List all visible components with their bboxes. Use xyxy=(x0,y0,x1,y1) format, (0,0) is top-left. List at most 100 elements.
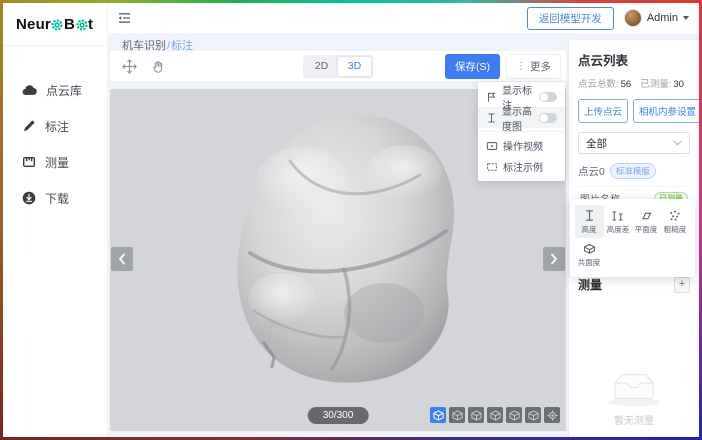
logo-text: t xyxy=(88,16,93,33)
sidebar-item-annotate[interactable]: 标注 xyxy=(3,108,107,144)
tool-label: 高度 xyxy=(582,224,597,234)
panel-buttons: 上传点云 相机内参设置 xyxy=(578,99,690,123)
menu-item-label: 标注示例 xyxy=(503,159,543,174)
chevron-down-icon xyxy=(673,140,682,146)
chevron-left-icon xyxy=(118,253,126,265)
sidebar-item-label: 测量 xyxy=(45,154,69,171)
tool-label: 共面度 xyxy=(578,257,601,267)
template-badge: 标准模版 xyxy=(610,163,656,179)
total-label: 点云总数: xyxy=(578,79,619,90)
logo-text: Neur xyxy=(16,16,51,33)
flag-icon xyxy=(486,91,497,103)
toolbar-left xyxy=(110,58,166,75)
header-right: 返回模型开发 Admin xyxy=(527,7,699,30)
view-cube-iso-button[interactable] xyxy=(430,407,446,423)
flatness-icon xyxy=(640,209,653,222)
mode-3d-button[interactable]: 3D xyxy=(338,57,371,76)
chevron-right-icon xyxy=(550,253,558,265)
measured-value: 30 xyxy=(673,79,684,90)
measure-icon xyxy=(22,155,36,169)
menu-item-label: 操作视频 xyxy=(503,138,543,153)
more-label: 更多 xyxy=(530,59,551,74)
gear-icon xyxy=(76,19,88,31)
view-cube-top-button[interactable] xyxy=(525,407,541,423)
menu-item-tutorial-video[interactable]: 操作视频 xyxy=(478,135,565,156)
crosshair-icon xyxy=(547,410,558,421)
tool-roughness[interactable]: 粗糙度 xyxy=(661,205,690,238)
template-pointcloud-row[interactable]: 点云0 标准模版 xyxy=(578,163,690,187)
height-difference-icon xyxy=(611,209,624,222)
frame-counter: 30/300 xyxy=(308,407,369,424)
user-menu[interactable]: Admin xyxy=(624,9,689,27)
empty-box-icon xyxy=(603,366,665,408)
avatar xyxy=(624,9,642,27)
measure-tools-popover: 高度 高度差 平面度 粗糙度 共面度 xyxy=(570,199,695,277)
coplanarity-icon xyxy=(583,242,596,255)
gear-icon xyxy=(51,19,63,31)
view-cube-right-button[interactable] xyxy=(506,407,522,423)
frame-icon xyxy=(486,161,498,173)
back-to-model-dev-button[interactable]: 返回模型开发 xyxy=(527,7,614,30)
measure-section-header: 测量 + xyxy=(578,276,690,293)
menu-item-annotation-example[interactable]: 标注示例 xyxy=(478,156,565,177)
tools-grid: 高度 高度差 平面度 粗糙度 共面度 xyxy=(575,205,690,271)
pointcloud-stats: 点云总数:56 已测量:30 xyxy=(578,76,690,90)
more-button[interactable]: ⋮ 更多 xyxy=(506,54,561,79)
logo-text: B xyxy=(64,16,75,33)
more-dropdown-menu: 显示标注 显示高度图 操作视频 标注示例 xyxy=(478,82,565,181)
camera-intrinsics-button[interactable]: 相机内参设置 xyxy=(633,99,702,123)
prev-image-button[interactable] xyxy=(111,247,133,271)
view-mode-segmented: 2D 3D xyxy=(303,55,373,78)
measure-title: 测量 xyxy=(578,276,602,293)
pan-move-icon[interactable] xyxy=(121,58,138,75)
measured-label: 已测量: xyxy=(640,79,671,90)
user-name: Admin xyxy=(647,12,678,24)
tool-label: 高度差 xyxy=(606,224,629,234)
height-ibeam-icon xyxy=(486,112,497,124)
app-window: Neur B t 点云库 标注 测量 下载 xyxy=(0,0,702,440)
tool-height[interactable]: 高度 xyxy=(575,205,604,238)
upload-pointcloud-button[interactable]: 上传点云 xyxy=(578,99,628,123)
next-image-button[interactable] xyxy=(543,247,565,271)
toolbar-right: 保存(S) ⋮ 更多 xyxy=(445,54,566,79)
empty-text: 暂无测量 xyxy=(614,412,654,427)
height-icon xyxy=(583,209,596,222)
view-preset-toolbar xyxy=(430,407,560,423)
sidebar-item-label: 下载 xyxy=(45,190,69,207)
panel-title: 点云列表 xyxy=(578,50,690,69)
hand-drag-icon[interactable] xyxy=(151,59,166,74)
pointcloud-name: 点云0 xyxy=(578,164,605,179)
pen-icon xyxy=(22,119,36,133)
video-icon xyxy=(486,140,498,152)
filter-select[interactable]: 全部 xyxy=(578,132,690,154)
menu-item-show-heightmap[interactable]: 显示高度图 xyxy=(478,107,565,128)
cloud-icon xyxy=(22,84,37,96)
save-button[interactable]: 保存(S) xyxy=(445,54,500,79)
download-icon xyxy=(22,191,36,205)
sidebar-item-pointcloud-library[interactable]: 点云库 xyxy=(3,72,107,108)
chevron-down-icon xyxy=(683,16,689,20)
sidebar-item-download[interactable]: 下载 xyxy=(3,180,107,216)
add-measure-button[interactable]: + xyxy=(674,277,690,293)
empty-state: 暂无测量 xyxy=(569,366,699,427)
tool-label: 平面度 xyxy=(635,224,658,234)
collapse-sidebar-icon[interactable] xyxy=(117,12,132,24)
sidebar-item-label: 点云库 xyxy=(46,82,82,99)
filter-value: 全部 xyxy=(586,136,607,151)
sidebar-item-measure[interactable]: 测量 xyxy=(3,144,107,180)
view-cube-front-button[interactable] xyxy=(449,407,465,423)
view-cube-left-button[interactable] xyxy=(487,407,503,423)
tool-flatness[interactable]: 平面度 xyxy=(632,205,661,238)
tool-coplanarity[interactable]: 共面度 xyxy=(575,238,604,271)
tool-height-difference[interactable]: 高度差 xyxy=(604,205,633,238)
mode-2d-button[interactable]: 2D xyxy=(305,57,338,76)
total-value: 56 xyxy=(621,79,632,90)
roughness-icon xyxy=(668,209,681,222)
reset-view-button[interactable] xyxy=(544,407,560,423)
sidebar-menu: 点云库 标注 测量 下载 xyxy=(3,46,107,216)
toggle-off[interactable] xyxy=(539,113,557,123)
menu-item-label: 显示高度图 xyxy=(502,103,534,133)
toggle-off[interactable] xyxy=(539,92,557,102)
kebab-icon: ⋮ xyxy=(516,61,526,72)
view-cube-back-button[interactable] xyxy=(468,407,484,423)
